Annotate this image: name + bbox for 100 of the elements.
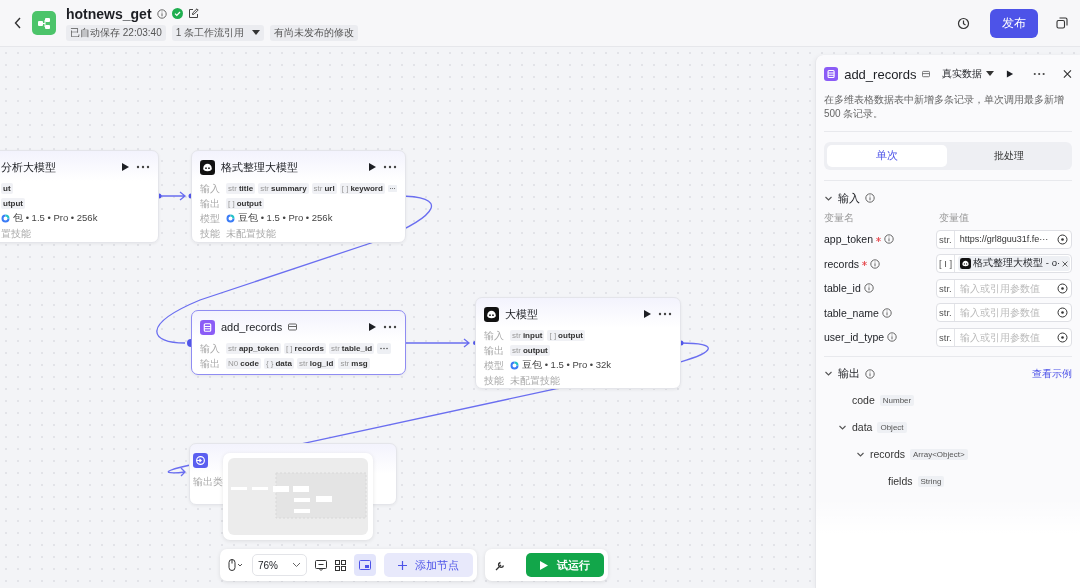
param-field[interactable]: str. https://grl8guu31f.fe··· xyxy=(936,229,1072,249)
wrench-icon[interactable] xyxy=(495,559,506,571)
zoom-dropdown[interactable]: 76% xyxy=(252,554,307,576)
info-icon xyxy=(887,332,898,343)
play-icon[interactable] xyxy=(1006,69,1015,79)
node-card[interactable]: 大模型 输入 str input [ ] output 输出 str output 模型 豆包 • 1.5 • Pro • 32k 技能 未配置技能 xyxy=(475,297,681,389)
more-icon[interactable] xyxy=(136,165,150,169)
play-icon[interactable] xyxy=(368,162,377,172)
example-link[interactable]: 查看示例 xyxy=(1032,366,1072,381)
variable-tag: str title xyxy=(226,183,256,194)
bot-icon xyxy=(200,159,215,175)
edit-icon[interactable] xyxy=(187,8,199,19)
column-header: 变量名 xyxy=(824,211,855,225)
mode-tab[interactable]: 单次 xyxy=(827,145,947,167)
model-icon xyxy=(1,214,10,223)
section-title: 输入 xyxy=(838,190,860,206)
publish-button[interactable]: 发布 xyxy=(990,8,1038,38)
table-icon xyxy=(824,66,839,82)
play-icon[interactable] xyxy=(121,162,130,172)
comment-icon[interactable] xyxy=(315,559,327,571)
play-icon xyxy=(540,560,548,570)
row-label: 输出 xyxy=(200,196,220,211)
param-name: table_name xyxy=(824,306,879,319)
more-icon[interactable] xyxy=(377,343,392,354)
table-icon xyxy=(200,319,215,335)
variable-tag: N0 code xyxy=(226,358,261,369)
unpublished-label: 有尚未发布的修改 xyxy=(270,24,359,41)
target-icon[interactable] xyxy=(1057,331,1068,343)
add-node-button[interactable]: 添加节点 xyxy=(384,553,473,577)
variable-tag: [ ] output xyxy=(226,198,264,209)
variable-tag: str output xyxy=(510,345,550,356)
chevron-icon[interactable] xyxy=(824,369,833,378)
check-icon xyxy=(171,8,183,19)
play-icon[interactable] xyxy=(368,322,377,332)
variable-tag: str table_id xyxy=(328,343,375,354)
param-field[interactable]: [ I ] 格式整理大模型 - o· xyxy=(936,254,1072,274)
output-name: code xyxy=(852,394,875,406)
mode-tab[interactable]: 批处理 xyxy=(949,145,1069,167)
row-label: 输入 xyxy=(200,181,220,196)
param-field[interactable]: str. 输入或引用参数值 xyxy=(936,327,1072,347)
row-label: 技能 xyxy=(200,226,220,241)
copy-icon[interactable] xyxy=(1056,17,1068,29)
node-title: 格式整理大模型 xyxy=(221,159,298,175)
mouse-icon[interactable] xyxy=(228,559,244,571)
model-icon xyxy=(510,361,519,370)
chevron-icon[interactable] xyxy=(292,562,301,568)
panel-title: add_records xyxy=(844,66,917,82)
variable-tag: utput xyxy=(1,198,25,209)
selected-node-card[interactable]: add_records 输入 str app_token [ ] records str table_id 输出 N0 code { } data str log_id str msg xyxy=(191,310,406,375)
more-icon[interactable] xyxy=(658,312,672,316)
info-icon xyxy=(865,193,875,203)
minimap-toggle[interactable] xyxy=(354,554,376,576)
param-field[interactable]: str. 输入或引用参数值 xyxy=(936,303,1072,323)
node-card[interactable]: 分析大模型 ut utput 包 • 1.5 • Pro • 256k 置技能 xyxy=(0,150,159,243)
close-icon[interactable] xyxy=(1062,260,1069,267)
row-label: 输出类 xyxy=(193,474,223,489)
section-title: 输出 xyxy=(838,366,860,381)
model-text: 豆包 • 1.5 • Pro • 32k xyxy=(522,359,612,372)
more-icon[interactable] xyxy=(383,165,397,169)
caret-icon[interactable] xyxy=(252,29,261,36)
caret-icon[interactable] xyxy=(986,71,995,77)
back-icon[interactable] xyxy=(14,17,22,29)
model-icon xyxy=(226,214,235,223)
row-label: 输入 xyxy=(200,341,220,356)
output-name: data xyxy=(852,421,873,433)
layout-icon[interactable] xyxy=(335,559,346,571)
info-icon xyxy=(156,8,167,19)
output-name: fields xyxy=(888,475,913,487)
plus-icon xyxy=(398,560,407,570)
reference-dropdown[interactable]: 1 条工作流引用 xyxy=(171,24,265,41)
variable-tag: str input xyxy=(510,330,545,341)
data-mode-dropdown[interactable]: 真实数据 xyxy=(942,67,995,81)
row-label: 输出 xyxy=(484,343,504,358)
exit-icon xyxy=(193,452,208,468)
close-icon[interactable] xyxy=(1063,69,1072,79)
type-tag: String xyxy=(917,475,945,487)
param-field[interactable]: str. 输入或引用参数值 xyxy=(936,278,1072,298)
reference-chip[interactable]: 格式整理大模型 - o· xyxy=(958,256,1071,272)
minimap-icon[interactable] xyxy=(359,560,371,570)
autosave-label: 已自动保存 22:03:40 xyxy=(66,24,166,41)
more-icon[interactable] xyxy=(383,325,397,329)
target-icon[interactable] xyxy=(1057,307,1068,319)
node-title: add_records xyxy=(221,321,283,333)
play-icon[interactable] xyxy=(643,309,652,319)
more-icon[interactable] xyxy=(1033,72,1046,76)
param-name: table_id xyxy=(824,282,861,295)
info-icon xyxy=(863,283,874,294)
variable-tag: str url xyxy=(311,183,337,194)
model-text: 包 • 1.5 • Pro • 256k xyxy=(13,212,98,225)
skill-text: 置技能 xyxy=(1,226,31,241)
target-icon[interactable] xyxy=(1057,233,1068,245)
row-label: 模型 xyxy=(200,211,220,226)
row-label: 技能 xyxy=(484,373,504,388)
target-icon[interactable] xyxy=(1057,282,1068,294)
variable-tag: { } data xyxy=(263,358,294,369)
type-tag: Object xyxy=(877,421,907,433)
node-card[interactable]: 格式整理大模型 输入 str title str summary str url [ ] keyword 输出 [ ] output 模型 豆包 • 1.5 • Pro • 256k 技能 未配置技能 xyxy=(191,150,406,243)
history-icon[interactable] xyxy=(957,16,970,30)
node-title: 大模型 xyxy=(505,306,538,322)
row-label: 输出 xyxy=(200,356,220,371)
